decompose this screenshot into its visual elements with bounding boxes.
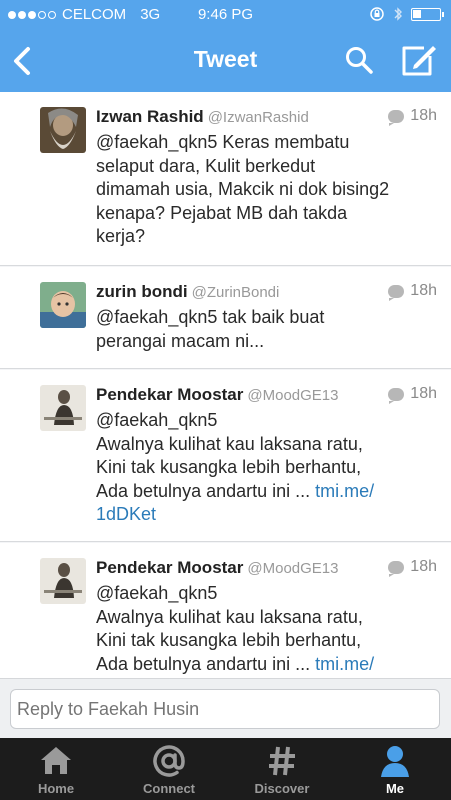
- compose-icon[interactable]: [400, 42, 438, 78]
- tweet-item[interactable]: Pendekar Moostar @MoodGE13 18h @faekah_qk…: [0, 543, 451, 678]
- reply-bubble-icon: [388, 284, 405, 301]
- status-bar: CELCOM 3G 9:46 PG: [0, 0, 451, 30]
- author-handle: @MoodGE13: [247, 560, 339, 577]
- navigation-bar: Tweet: [0, 30, 451, 92]
- tweet-age: 18h: [410, 107, 437, 124]
- tweet-line: Kini tak kusangka lebih berhantu,: [96, 457, 362, 477]
- tab-discover[interactable]: Discover: [226, 738, 338, 800]
- top-bar: CELCOM 3G 9:46 PG Tweet: [0, 0, 451, 92]
- at-icon: [153, 745, 185, 777]
- avatar[interactable]: [40, 385, 86, 431]
- author-name[interactable]: Izwan Rashid: [96, 107, 204, 126]
- tweet-age: 18h: [410, 385, 437, 402]
- tab-home[interactable]: Home: [0, 738, 112, 800]
- tweet-line: kerja?: [96, 226, 146, 246]
- tweet-line: Kini tak kusangka lebih berhantu,: [96, 630, 362, 650]
- author-name[interactable]: Pendekar Moostar: [96, 558, 243, 577]
- author-name[interactable]: zurin bondi: [96, 282, 188, 301]
- tweet-age: 18h: [410, 558, 437, 575]
- reply-list[interactable]: Izwan Rashid @IzwanRashid 18h @faekah_qkn…: [0, 92, 451, 678]
- battery-icon: [411, 7, 444, 21]
- tweet-text: @faekah_qkn5 tak baik buat perangai maca…: [96, 306, 431, 353]
- tweet-item[interactable]: zurin bondi @ZurinBondi 18h @faekah_qkn5 …: [0, 267, 451, 369]
- person-icon: [381, 746, 409, 777]
- avatar[interactable]: [40, 558, 86, 604]
- avatar[interactable]: [40, 282, 86, 328]
- reply-bubble-icon: [388, 109, 405, 126]
- reply-bubble-icon: [388, 560, 405, 577]
- tweet-line: @faekah_qkn5: [96, 583, 218, 603]
- tweet-item[interactable]: Pendekar Moostar @MoodGE13 18h @faekah_qk…: [0, 370, 451, 542]
- tweet-item[interactable]: Izwan Rashid @IzwanRashid 18h @faekah_qkn…: [0, 92, 451, 266]
- author-handle: @IzwanRashid: [207, 109, 309, 126]
- hash-icon: [269, 746, 295, 776]
- tab-label: Discover: [254, 781, 310, 796]
- tweet-line: Awalnya kulihat kau laksana ratu,: [96, 606, 363, 627]
- tweet-line: @faekah_qkn5 Keras membatu: [96, 132, 350, 152]
- tweet-line: dimamah usia, Makcik ni dok bising2: [96, 179, 390, 199]
- avatar[interactable]: [40, 107, 86, 153]
- tweet-line: Ada betulnya andartu ini ...: [96, 480, 311, 501]
- tweet-line: Awalnya kulihat kau laksana ratu,: [96, 433, 363, 454]
- home-icon: [41, 747, 71, 774]
- tab-connect[interactable]: Connect: [113, 738, 225, 800]
- tweet-text: @faekah_qkn5 Awalnya kulihat kau laksana…: [96, 582, 431, 676]
- tab-label: Me: [385, 781, 405, 796]
- reply-bar: [0, 678, 451, 738]
- tweet-text: @faekah_qkn5 Keras membatu selaput dara,…: [96, 131, 431, 249]
- author-name[interactable]: Pendekar Moostar: [96, 385, 243, 404]
- orientation-lock-icon: [370, 7, 384, 21]
- tweet-line: perangai macam ni...: [96, 330, 265, 351]
- tweet-link-continued[interactable]: 1dDKet: [96, 503, 431, 527]
- tab-label: Home: [37, 781, 75, 796]
- tweet-text: @faekah_qkn5 Awalnya kulihat kau laksana…: [96, 409, 431, 527]
- page-title: Tweet: [193, 46, 258, 72]
- author-handle: @MoodGE13: [247, 387, 339, 404]
- tweet-line: selaput dara, Kulit berkedut: [96, 155, 316, 176]
- tweet-line: @faekah_qkn5: [96, 410, 218, 430]
- tab-label: Connect: [143, 781, 195, 796]
- author-handle: @ZurinBondi: [191, 284, 280, 301]
- reply-bubble-icon: [388, 387, 405, 404]
- bluetooth-icon: [394, 7, 402, 21]
- search-icon[interactable]: [344, 45, 374, 75]
- tweet-line: @faekah_qkn5 tak baik buat: [96, 307, 325, 327]
- tab-me[interactable]: Me: [339, 738, 451, 800]
- tweet-link[interactable]: tmi.me/: [315, 481, 374, 501]
- reply-input[interactable]: [10, 689, 440, 729]
- tab-bar: Home Connect Discover Me: [0, 738, 451, 800]
- tweet-line: kenapa? Pejabat MB dah takda: [96, 202, 348, 223]
- tweet-line: Ada betulnya andartu ini ...: [96, 653, 311, 674]
- tweet-age: 18h: [410, 282, 437, 299]
- tweet-link[interactable]: tmi.me/: [315, 654, 374, 674]
